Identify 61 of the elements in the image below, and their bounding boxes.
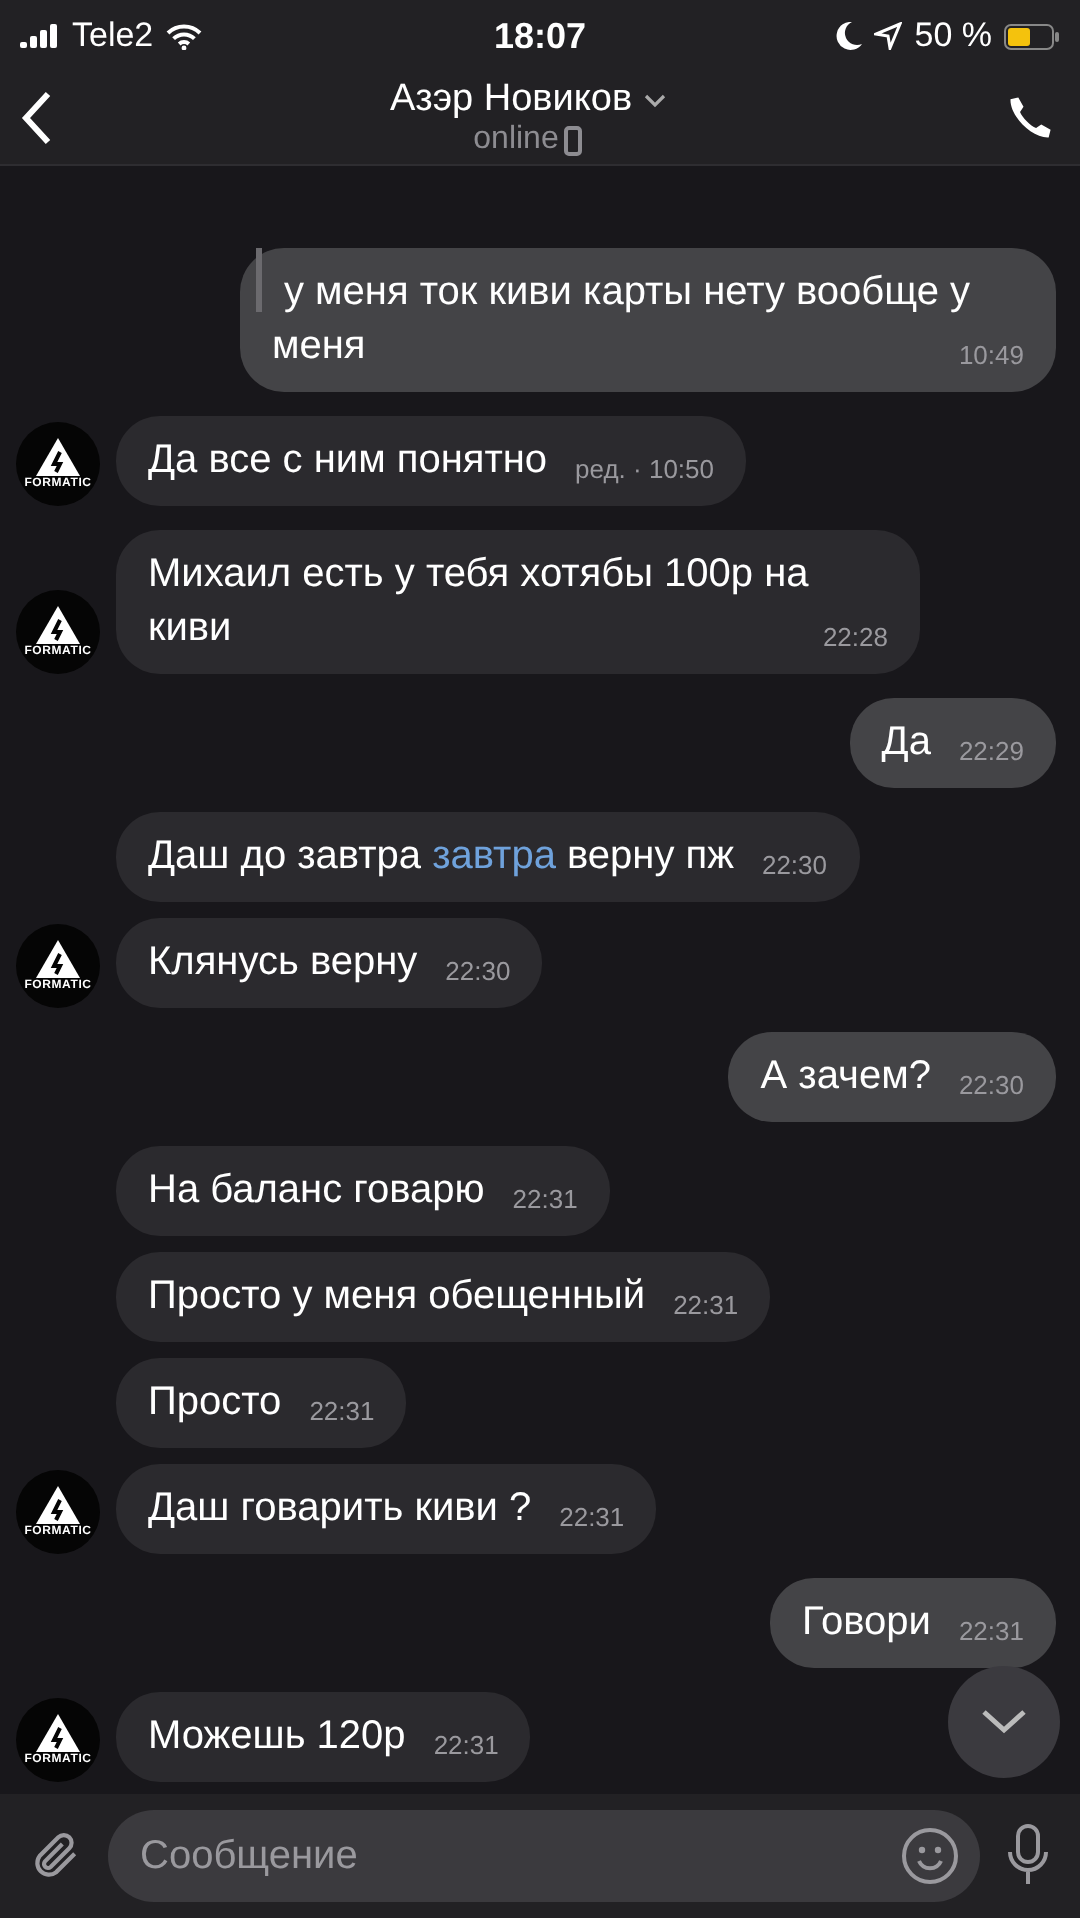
message-text: Да <box>881 720 931 764</box>
phone-device-icon <box>564 125 583 155</box>
wifi-icon <box>165 23 202 49</box>
incoming-message[interactable]: Даш говарить киви ? 22:31 <box>116 1464 657 1554</box>
incoming-message[interactable]: Да все с ним понятно ред. · 10:50 <box>116 416 747 506</box>
carrier-name: Tele2 <box>72 16 154 56</box>
message-time: ред. · 10:50 <box>575 452 715 488</box>
chevron-down-icon[interactable] <box>980 1708 1028 1736</box>
message-text: Даш говарить киви ? <box>148 1486 532 1530</box>
message-text: Говори <box>802 1600 931 1644</box>
outgoing-message[interactable]: у меня ток киви карты нету вообще у меня 10:49 <box>240 248 1056 392</box>
message-text: Да все с ним понятно <box>148 438 548 482</box>
incoming-message[interactable]: Даш до завтра завтра верну пж 22:30 <box>116 812 860 902</box>
signal-icon <box>20 24 60 48</box>
chat-title[interactable]: Азэр Новиков <box>389 78 633 122</box>
triangle-logo-icon <box>36 940 80 980</box>
message-text: Даш до завтра завтра верну пж <box>148 834 734 878</box>
message-time: 22:31 <box>559 1500 625 1536</box>
triangle-logo-icon <box>36 606 80 646</box>
message-input[interactable]: Сообщение <box>108 1810 980 1902</box>
location-arrow-icon <box>874 22 903 50</box>
outgoing-message[interactable]: А зачем? 22:30 <box>728 1032 1056 1122</box>
message-time: 22:31 <box>433 1728 499 1764</box>
message-text: Можешь 120р <box>148 1714 406 1758</box>
message-time: 22:30 <box>958 1068 1024 1104</box>
message-time: 22:28 <box>822 620 888 656</box>
battery-percent: 50 % <box>914 16 992 56</box>
message-text: Михаил есть у тебя хотябы 100р на киви <box>148 552 809 650</box>
message-time: 22:31 <box>309 1394 375 1430</box>
incoming-message[interactable]: На баланс говарю 22:31 <box>116 1146 610 1236</box>
incoming-message[interactable]: Просто у меня обещенный 22:31 <box>116 1252 771 1342</box>
message-time: 22:30 <box>761 848 828 884</box>
message-text: Клянусь верну <box>148 940 418 984</box>
triangle-logo-icon <box>36 1486 80 1526</box>
message-time: 22:29 <box>958 734 1024 770</box>
message-text: Просто <box>148 1380 282 1424</box>
battery-icon <box>1003 23 1060 49</box>
outgoing-message[interactable]: Да 22:29 <box>849 698 1056 788</box>
message-time: 22:31 <box>512 1182 578 1218</box>
incoming-message[interactable]: Клянусь верну 22:30 <box>116 918 543 1008</box>
incoming-message[interactable]: Просто 22:31 <box>116 1358 407 1448</box>
message-time: 22:31 <box>673 1288 739 1324</box>
outgoing-message[interactable]: Говори 22:31 <box>770 1578 1056 1668</box>
triangle-logo-icon <box>36 1714 80 1754</box>
incoming-message[interactable]: Михаил есть у тебя хотябы 100р на киви 22:28 <box>116 530 920 674</box>
status-time: 18:07 <box>493 15 587 57</box>
message-time: 22:31 <box>958 1614 1024 1650</box>
emoji-button[interactable] <box>900 1826 960 1886</box>
online-status: online <box>473 122 559 158</box>
back-button[interactable] <box>20 90 52 146</box>
message-time: 10:49 <box>958 338 1024 374</box>
chevron-down-icon[interactable] <box>644 93 667 107</box>
microphone-button[interactable] <box>1004 1824 1052 1888</box>
message-text: Просто у меня обещенный <box>148 1274 646 1318</box>
message-link[interactable]: завтра <box>432 834 556 878</box>
message-text: А зачем? <box>760 1054 931 1098</box>
incoming-message[interactable]: Можешь 120р 22:31 <box>116 1692 531 1782</box>
message-text: На баланс говарю <box>148 1168 485 1212</box>
triangle-logo-icon <box>36 438 80 478</box>
message-time: 22:30 <box>445 954 511 990</box>
moon-icon <box>836 22 863 50</box>
